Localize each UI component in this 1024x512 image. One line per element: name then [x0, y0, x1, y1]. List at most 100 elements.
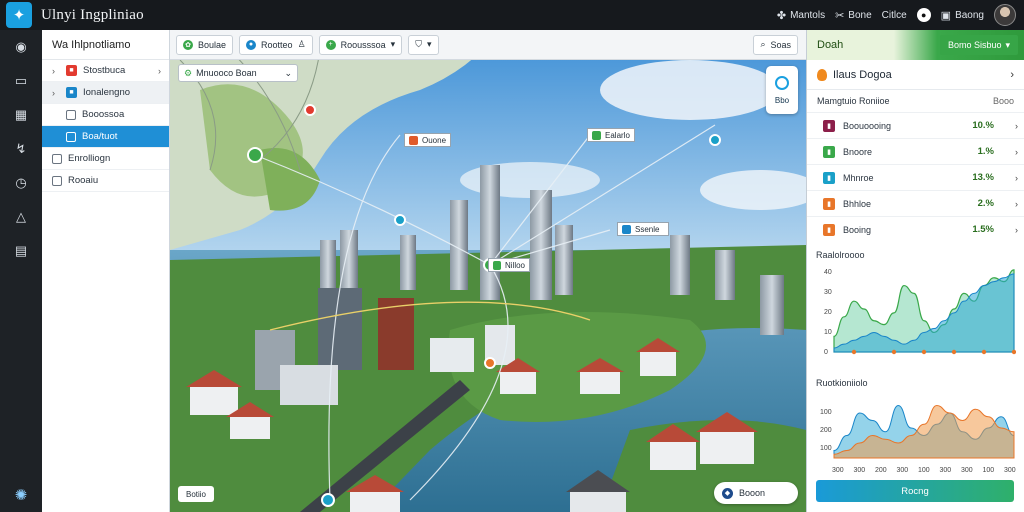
- sub-label: Mamgtuio Roniioe: [817, 96, 890, 106]
- warning-icon[interactable]: △: [11, 208, 31, 226]
- layer-checkbox[interactable]: [52, 153, 62, 164]
- sliders-icon: ⚙: [184, 67, 193, 78]
- chart2-y-label: 200: [820, 427, 832, 434]
- map-callout[interactable]: Ssenle: [617, 222, 669, 236]
- map-callout[interactable]: Nilloo: [488, 258, 530, 272]
- map-marker[interactable]: [321, 493, 335, 507]
- control-label: Bbo: [774, 95, 790, 105]
- metric-value: 1.5%: [972, 224, 994, 235]
- layer-label: Stostbuca: [83, 65, 126, 76]
- metric-row[interactable]: ▮ Boouoooing 10.% ›: [807, 112, 1024, 138]
- layer-checkbox[interactable]: [66, 109, 76, 120]
- chevron-right-icon: ›: [1010, 68, 1014, 81]
- chart1-y-axis: 40 30 20 10 0: [824, 269, 832, 356]
- metric-value: 2.%: [977, 198, 994, 209]
- right-panel-header: Doah Bomo Sisbuo ▾: [807, 30, 1024, 60]
- layer-checkbox[interactable]: [66, 131, 76, 142]
- toolbar-label: Rootteo: [261, 39, 293, 50]
- person-icon: ♙: [297, 39, 306, 49]
- callout-label: Ealarlo: [605, 130, 630, 140]
- chart2-x-label: 300: [961, 467, 973, 474]
- chart1-axis-marker: [951, 349, 957, 355]
- sub-value: Booo: [992, 96, 1014, 106]
- metric-row[interactable]: ▮ Booing 1.5% ›: [807, 216, 1024, 242]
- chevron-down-icon: ⌄: [284, 67, 292, 78]
- layer-label: Ionalengno: [83, 87, 131, 98]
- top-item-baong[interactable]: ▣ Baong: [941, 9, 984, 22]
- layer-label: Rooaiu: [68, 175, 99, 186]
- metric-label: Bnoore: [843, 146, 873, 157]
- route-icon[interactable]: ↯: [11, 140, 31, 158]
- layer-item[interactable]: › ■ Ionalengno: [42, 82, 169, 104]
- metric-row[interactable]: ▮ Mhnroe 13.% ›: [807, 164, 1024, 190]
- compass-icon[interactable]: ◉: [11, 38, 31, 56]
- toolbar-button-boulae[interactable]: ✿ Boulae: [176, 34, 234, 55]
- road-icon: ■: [66, 87, 77, 98]
- layer-checkbox[interactable]: [52, 175, 62, 186]
- clock-icon[interactable]: ◷: [11, 174, 31, 192]
- avatar[interactable]: [994, 4, 1016, 26]
- layer-label: Enrolliogn: [68, 153, 111, 164]
- map-marker[interactable]: [709, 134, 721, 146]
- chevron-right-icon: ›: [1015, 198, 1018, 209]
- monitor-icon[interactable]: ▭: [11, 72, 31, 90]
- map-marker[interactable]: [247, 147, 263, 163]
- map-compass-control[interactable]: Bbo: [766, 66, 798, 114]
- layer-item-active[interactable]: Boa/tuot: [42, 126, 169, 148]
- chart2-y-label: 100: [820, 445, 832, 452]
- detail-title-row[interactable]: Ilaus Dogoa ›: [807, 60, 1024, 90]
- chevron-right-icon[interactable]: ›: [52, 88, 60, 98]
- map-toolbar: ✿ Boulae ● Rootteo ♙ + Roousssoa ▾ ⛉ ▾ ⌕ Soas: [170, 30, 806, 60]
- chart1-axis-marker: [981, 349, 987, 355]
- icon-rail: ◉ ▭ ▦ ↯ ◷ △ ▤ ✺: [0, 30, 42, 512]
- search-label: Soas: [770, 39, 791, 50]
- map-marker[interactable]: [304, 104, 316, 116]
- map-search-dropdown[interactable]: ⚙ Mnuooco Boan ⌄: [178, 64, 298, 82]
- layer-item[interactable]: › ■ Stostbuca ›: [42, 60, 169, 82]
- header-tab[interactable]: Bomo Sisbuo ▾: [939, 35, 1018, 55]
- metric-row[interactable]: ▮ Bnoore 1.% ›: [807, 138, 1024, 164]
- map-callout[interactable]: Ouone: [404, 133, 452, 147]
- chart2-x-label: 300: [897, 467, 909, 474]
- metric-row[interactable]: ▮ Bhhloe 2.% ›: [807, 190, 1024, 216]
- chevron-right-icon[interactable]: ›: [52, 66, 60, 76]
- layer-item[interactable]: Rooaiu: [42, 170, 169, 192]
- top-item-mantols[interactable]: ✤ Mantols: [777, 9, 825, 22]
- globe-icon[interactable]: ✺: [11, 486, 31, 504]
- callout-icon: [622, 224, 631, 234]
- top-item-label: Bone: [848, 9, 872, 21]
- metric-label: Bhhloe: [843, 198, 872, 209]
- top-item-citlce[interactable]: Citlce: [882, 10, 907, 21]
- map-marker[interactable]: [484, 357, 496, 369]
- chart1-axis-marker: [891, 349, 897, 355]
- user-circle-button[interactable]: ●: [916, 8, 931, 22]
- map-badge: Botiio: [178, 486, 214, 502]
- layer-item[interactable]: Enrolliogn: [42, 148, 169, 170]
- app-logo-icon: ✦: [6, 2, 32, 28]
- top-item-bone[interactable]: ✂ Bone: [835, 9, 872, 22]
- lock-icon: ▣: [940, 9, 952, 22]
- metric-icon: ▮: [823, 119, 835, 132]
- layer-item[interactable]: Booossoa: [42, 104, 169, 126]
- map-marker[interactable]: [394, 214, 406, 226]
- filter-button[interactable]: ⛉ ▾: [408, 34, 439, 55]
- metric-value: 10.%: [972, 120, 994, 131]
- toolbar-button-roousssoa[interactable]: + Roousssoa ▾: [318, 34, 403, 55]
- chart1-axis-marker: [851, 349, 857, 355]
- plus-icon: +: [325, 39, 336, 50]
- map-callout[interactable]: Ealarlo: [587, 128, 635, 142]
- puzzle-icon: ✤: [776, 9, 787, 22]
- chart2-x-axis: 300 300 200 300 100 300 300 100 300: [832, 467, 1016, 474]
- layers-icon[interactable]: ▤: [11, 242, 31, 260]
- chevron-right-icon: ›: [158, 65, 161, 76]
- grid-icon[interactable]: ▦: [11, 106, 31, 124]
- map-action-button[interactable]: ◆ Booon: [714, 482, 798, 504]
- primary-action-button[interactable]: Rocng: [816, 480, 1014, 502]
- toolbar-button-rootteo[interactable]: ● Rootteo ♙: [239, 34, 313, 55]
- metric-value: 13.%: [972, 172, 994, 183]
- chevron-down-icon: ▾: [1005, 39, 1010, 50]
- chart2-x-label: 300: [940, 467, 952, 474]
- top-item-label: Baong: [955, 9, 984, 21]
- search-button[interactable]: ⌕ Soas: [753, 34, 798, 55]
- callout-icon: [409, 135, 418, 145]
